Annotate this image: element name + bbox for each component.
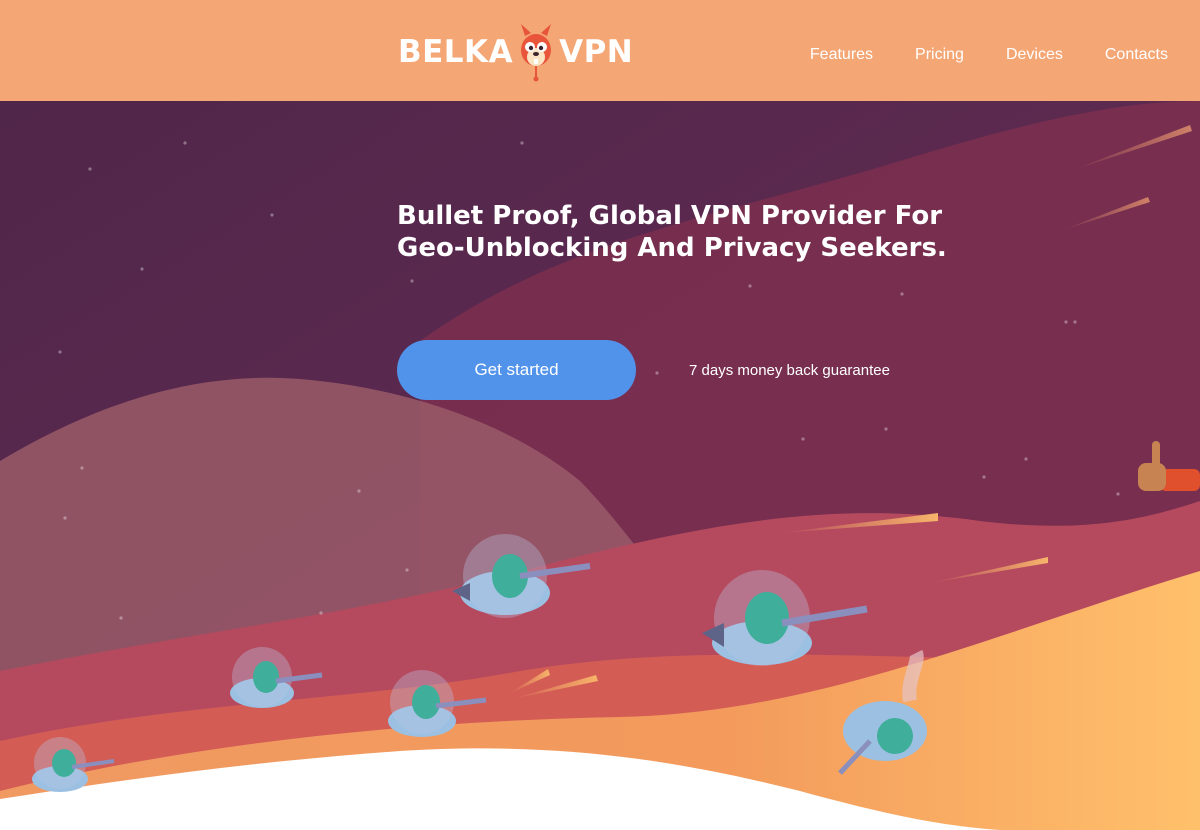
- nav-item-features[interactable]: Features: [810, 46, 873, 64]
- hero-headline-line1: Bullet Proof, Global VPN Provider For: [397, 201, 943, 231]
- main-nav: Features Pricing Devices Contacts: [768, 46, 1168, 64]
- brand-name-left: BELKA: [398, 34, 514, 70]
- get-started-button[interactable]: Get started: [397, 340, 636, 400]
- nav-item-contacts[interactable]: Contacts: [1105, 46, 1168, 64]
- site-header: BELKA VPN Features Pricing Devices Conta…: [0, 0, 1200, 101]
- nav-item-devices[interactable]: Devices: [1006, 46, 1063, 64]
- brand-name-right: VPN: [559, 34, 634, 70]
- money-back-guarantee-text: 7 days money back guarantee: [689, 362, 890, 379]
- hero-headline-line2: Geo-Unblocking And Privacy Seekers.: [397, 233, 947, 263]
- squirrel-mascot-icon: [521, 24, 552, 82]
- nav-item-pricing[interactable]: Pricing: [915, 46, 964, 64]
- hero-headline: Bullet Proof, Global VPN Provider For Ge…: [397, 200, 997, 264]
- brand-logo[interactable]: BELKA VPN: [398, 22, 633, 82]
